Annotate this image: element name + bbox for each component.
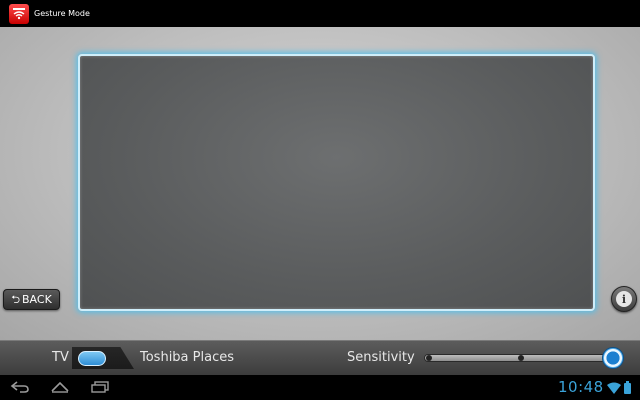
status-icons (607, 381, 631, 394)
battery-icon (624, 381, 631, 394)
mode-toggle[interactable] (72, 347, 134, 369)
wifi-icon (607, 382, 621, 394)
sensitivity-stop-mid (518, 355, 524, 361)
info-button[interactable]: i (611, 286, 637, 312)
back-arrow-icon: ⮌ (11, 293, 21, 306)
home-nav-icon[interactable] (48, 379, 72, 395)
sensitivity-label: Sensitivity (347, 350, 415, 365)
system-nav-bar: 10:48 (0, 375, 640, 400)
tv-mode-label[interactable]: TV (52, 350, 69, 365)
mode-toggle-knob[interactable] (78, 351, 106, 366)
sensitivity-slider[interactable] (424, 347, 628, 369)
back-button-label: BACK (22, 293, 52, 306)
sensitivity-stop-low (426, 355, 432, 361)
back-button[interactable]: ⮌ BACK (3, 289, 60, 310)
control-bar: TV Toshiba Places Sensitivity (0, 340, 640, 375)
recent-apps-icon[interactable] (88, 379, 112, 395)
app-title: Gesture Mode (34, 9, 90, 18)
main-area: ⮌ BACK i (0, 27, 640, 340)
back-nav-icon[interactable] (8, 379, 32, 395)
status-clock: 10:48 (558, 378, 604, 396)
info-icon: i (616, 291, 632, 307)
gesture-touchpad[interactable] (78, 54, 595, 311)
info-glyph: i (621, 292, 627, 306)
toshiba-places-label[interactable]: Toshiba Places (140, 350, 234, 365)
action-bar: Gesture Mode (0, 0, 640, 27)
sensitivity-slider-thumb[interactable] (602, 347, 624, 369)
toshiba-remote-app-icon[interactable] (9, 3, 29, 24)
